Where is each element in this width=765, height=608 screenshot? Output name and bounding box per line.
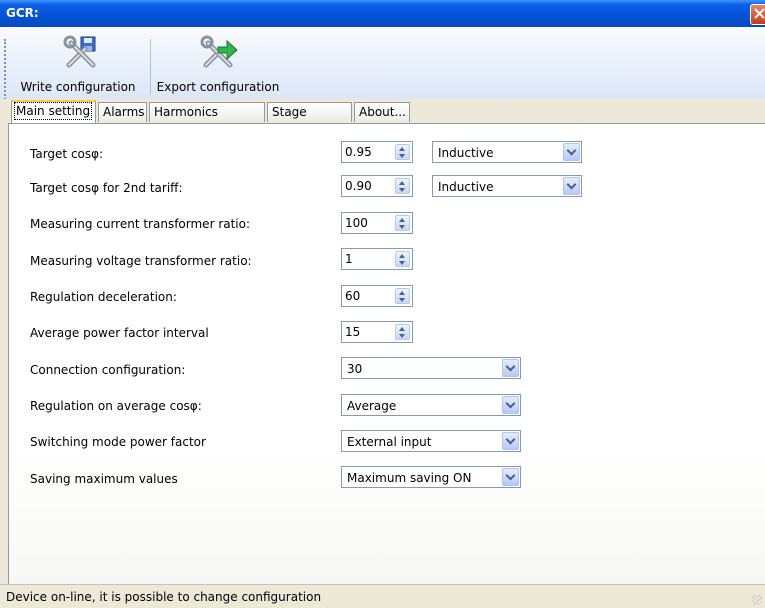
regulation-avg-label: Regulation on average cosφ: [30, 399, 202, 413]
write-config-icon [63, 35, 96, 68]
saving-max-select[interactable]: Maximum saving ON [341, 466, 521, 488]
toolbar: Write configuration Export configuration [0, 27, 765, 123]
target-cos-type-select[interactable]: Inductive [432, 141, 582, 163]
spin-arrows-icon[interactable] [395, 144, 410, 160]
write-configuration-label: Write configuration [20, 80, 136, 94]
close-icon [754, 8, 765, 19]
spin-arrows-icon[interactable] [395, 251, 410, 267]
chevron-down-icon[interactable] [502, 396, 519, 414]
status-bar: Device on-line, it is possible to change… [0, 584, 765, 608]
chevron-down-icon[interactable] [563, 177, 580, 195]
switching-mode-select[interactable]: External input [341, 430, 521, 452]
export-configuration-button[interactable]: Export configuration [153, 29, 283, 97]
regulation-deceleration-value: 60 [345, 289, 361, 303]
current-ratio-value: 100 [345, 216, 368, 230]
title-bar: GCR: [0, 0, 765, 27]
close-button[interactable] [750, 4, 765, 25]
status-text: Device on-line, it is possible to change… [6, 590, 322, 604]
target-cos-spinner[interactable]: 0.95 [341, 141, 413, 163]
resize-grip-icon[interactable] [752, 595, 762, 605]
connection-config-label: Connection configuration: [30, 363, 186, 377]
voltage-ratio-spinner[interactable]: 1 [341, 248, 413, 270]
saving-max-label: Saving maximum values [30, 472, 178, 486]
target-cos-2nd-value: 0.90 [345, 179, 372, 193]
target-cos-type-value: Inductive [438, 146, 494, 160]
target-cos-2nd-label: Target cosφ for 2nd tariff: [30, 181, 183, 195]
toolbar-separator [150, 39, 151, 95]
tab-alarms-label: Alarms [103, 105, 145, 119]
export-config-icon [200, 35, 238, 68]
chevron-down-icon[interactable] [563, 143, 580, 161]
spin-arrows-icon[interactable] [395, 215, 410, 231]
connection-config-value: 30 [347, 362, 363, 376]
current-ratio-spinner[interactable]: 100 [341, 212, 413, 234]
spin-arrows-icon[interactable] [395, 288, 410, 304]
regulation-deceleration-spinner[interactable]: 60 [341, 285, 413, 307]
tab-main-setting[interactable]: Main setting [11, 100, 96, 123]
tab-harmonics-setting[interactable]: Harmonics setting [149, 102, 265, 138]
tab-alarms[interactable]: Alarms [98, 102, 147, 122]
switching-mode-label: Switching mode power factor [30, 435, 206, 449]
spin-arrows-icon[interactable] [395, 178, 410, 194]
write-configuration-button[interactable]: Write configuration [10, 29, 146, 97]
avg-pf-interval-label: Average power factor interval [30, 326, 209, 340]
spin-arrows-icon[interactable] [395, 324, 410, 340]
window-title: GCR: [6, 6, 39, 20]
chevron-down-icon[interactable] [502, 359, 519, 377]
target-cos-value: 0.95 [345, 145, 372, 159]
voltage-ratio-value: 1 [345, 252, 353, 266]
voltage-ratio-label: Measuring voltage transformer ratio: [30, 254, 252, 268]
regulation-deceleration-label: Regulation deceleration: [30, 290, 177, 304]
export-configuration-label: Export configuration [156, 80, 280, 94]
tab-about-label: About... [359, 105, 406, 119]
chevron-down-icon[interactable] [502, 432, 519, 450]
avg-pf-interval-value: 15 [345, 325, 361, 339]
saving-max-value: Maximum saving ON [347, 471, 472, 485]
target-cos-2nd-type-value: Inductive [438, 180, 494, 194]
target-cos-2nd-spinner[interactable]: 0.90 [341, 175, 413, 197]
tab-strip: Main setting Alarms Harmonics setting St… [0, 99, 765, 138]
connection-config-select[interactable]: 30 [341, 357, 521, 379]
regulation-avg-select[interactable]: Average [341, 394, 521, 416]
chevron-down-icon[interactable] [502, 468, 519, 486]
target-cos-2nd-type-select[interactable]: Inductive [432, 175, 582, 197]
left-edge [0, 99, 8, 584]
switching-mode-value: External input [347, 435, 432, 449]
tab-main-setting-label: Main setting [13, 102, 93, 120]
avg-pf-interval-spinner[interactable]: 15 [341, 321, 413, 343]
tab-about[interactable]: About... [354, 102, 410, 122]
current-ratio-label: Measuring current transformer ratio: [30, 217, 251, 231]
regulation-avg-value: Average [347, 399, 397, 413]
target-cos-label: Target cosφ: [30, 147, 104, 161]
tab-stage-setting[interactable]: Stage setting [267, 102, 352, 138]
